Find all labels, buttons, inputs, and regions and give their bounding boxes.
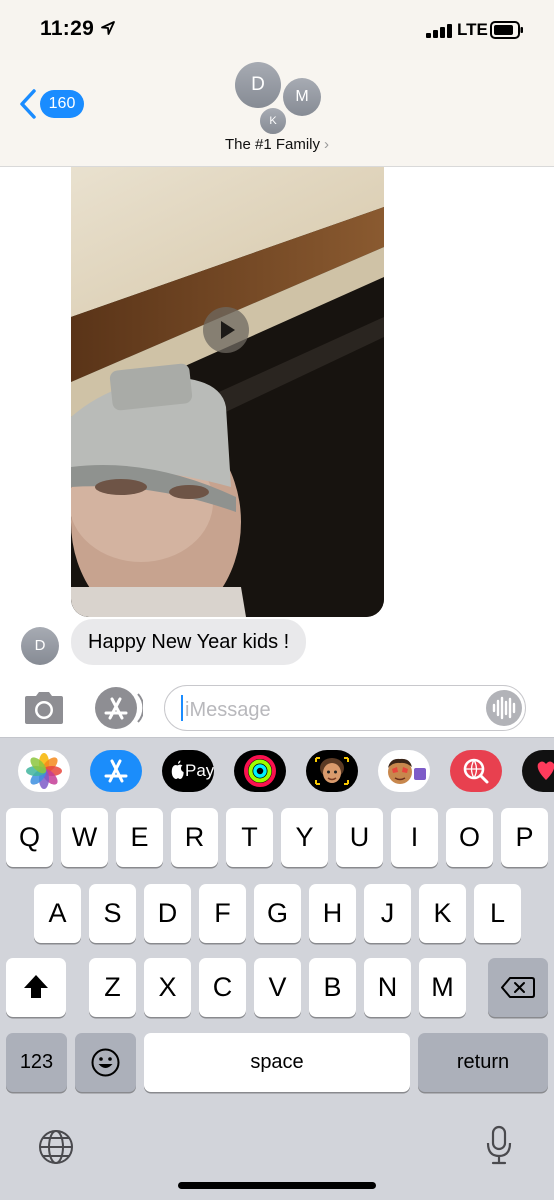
delete-key[interactable] [488,958,548,1017]
photos-app-button[interactable] [18,750,70,792]
app-store-icon [104,759,128,783]
key-u[interactable]: U [336,808,383,867]
key-r[interactable]: R [171,808,218,867]
key-c[interactable]: C [199,958,246,1017]
key-o[interactable]: O [446,808,493,867]
group-name: The #1 Family [224,136,321,153]
app-store-button[interactable] [93,686,145,730]
key-m[interactable]: M [419,958,466,1017]
memoji-icon [315,757,349,785]
unread-count-badge: 160 [40,90,84,118]
signal-strength-icon [426,24,452,38]
key-z[interactable]: Z [89,958,136,1017]
play-button[interactable] [203,307,249,353]
location-arrow-icon [101,21,115,35]
key-w[interactable]: W [61,808,108,867]
video-thumbnail [71,167,384,617]
status-time: 11:29 [40,17,95,40]
key-f[interactable]: F [199,884,246,943]
app-store-app-button[interactable] [90,750,142,792]
apple-pay-label: Pay [185,761,214,780]
waveform-icon [492,696,516,720]
numbers-key[interactable]: 123 [6,1033,67,1092]
message-bubble[interactable]: Happy New Year kids ! [71,619,307,665]
camera-button[interactable] [22,690,66,726]
key-y[interactable]: Y [281,808,328,867]
microphone-icon[interactable] [484,1125,514,1167]
photos-icon [26,753,62,789]
memoji-app-button[interactable] [306,750,358,792]
key-n[interactable]: N [364,958,411,1017]
message-text-field[interactable] [183,695,477,725]
shift-key[interactable] [6,958,66,1017]
audio-message-button[interactable] [486,690,522,726]
key-l[interactable]: L [474,884,521,943]
globe-icon[interactable] [37,1128,75,1166]
backspace-icon [501,977,535,998]
camera-icon [25,692,63,724]
key-x[interactable]: X [144,958,191,1017]
back-button[interactable]: 160 [18,86,88,122]
shift-arrow-icon [24,975,48,998]
group-name-button[interactable]: The #1 Family › [0,136,554,153]
group-avatar-k[interactable]: K [258,106,288,136]
apple-pay-app-button[interactable]: Pay [162,750,214,792]
key-p[interactable]: P [501,808,548,867]
emoji-icon [91,1048,120,1077]
app-store-icon [95,687,145,729]
key-t[interactable]: T [226,808,273,867]
web-search-app-button[interactable] [450,750,502,792]
text-cursor [181,695,183,721]
activity-app-button[interactable] [234,750,286,792]
space-key[interactable]: space [144,1033,410,1092]
network-type: LTE [457,20,488,39]
sender-avatar[interactable]: D [21,627,59,665]
web-search-icon [463,758,489,784]
key-q[interactable]: Q [6,808,53,867]
home-indicator [178,1182,376,1189]
key-k[interactable]: K [419,884,466,943]
battery-icon [490,21,523,39]
group-avatar-m[interactable]: M [283,78,321,116]
key-h[interactable]: H [309,884,356,943]
key-v[interactable]: V [254,958,301,1017]
key-i[interactable]: I [391,808,438,867]
key-j[interactable]: J [364,884,411,943]
return-key[interactable]: return [418,1033,548,1092]
key-e[interactable]: E [116,808,163,867]
chevron-left-icon [20,89,36,119]
video-message[interactable] [71,167,384,617]
emoji-key[interactable] [75,1033,136,1092]
message-input[interactable] [164,685,526,731]
animoji-icon [388,758,426,784]
chevron-right-icon: › [324,136,330,153]
key-b[interactable]: B [309,958,356,1017]
key-s[interactable]: S [89,884,136,943]
key-g[interactable]: G [254,884,301,943]
key-d[interactable]: D [144,884,191,943]
animoji-app-button[interactable] [378,750,430,792]
play-icon [221,321,235,339]
key-a[interactable]: A [34,884,81,943]
group-avatar-d[interactable]: D [235,62,281,108]
activity-icon [244,755,276,787]
